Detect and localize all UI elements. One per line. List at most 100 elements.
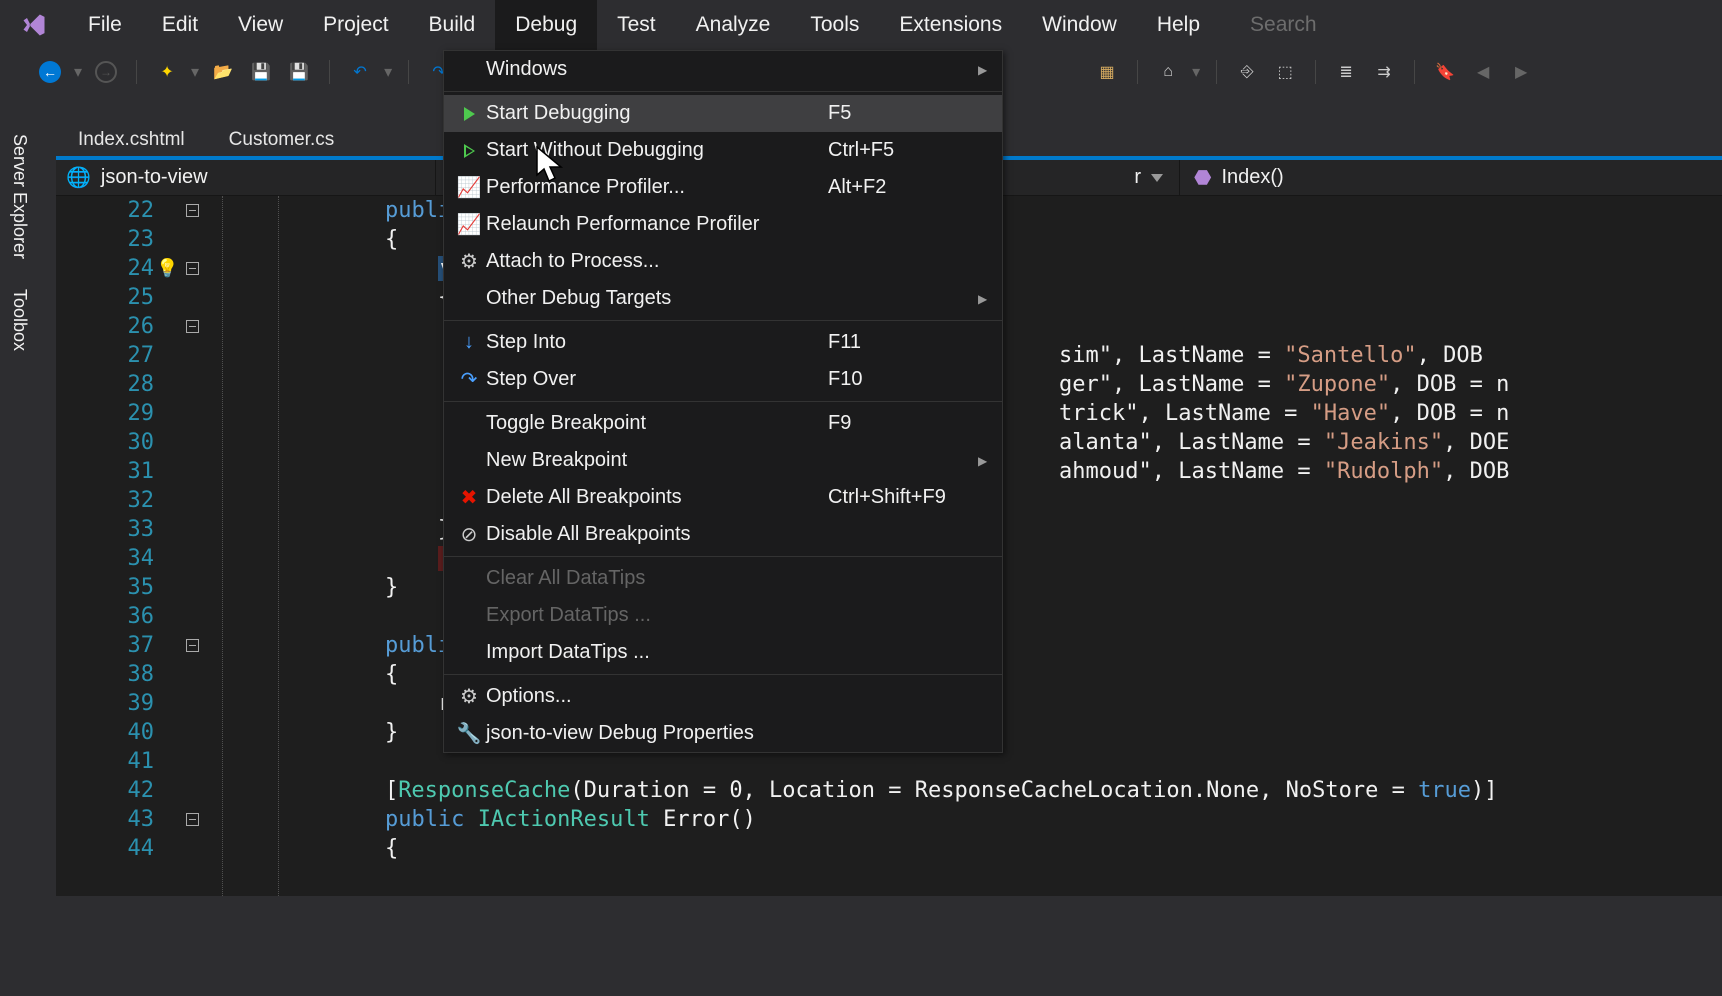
search-input[interactable]: Search	[1250, 13, 1317, 37]
line-number: 23	[56, 225, 166, 254]
menu-item-relaunch-performance-profiler[interactable]: 📈Relaunch Performance Profiler	[444, 206, 1002, 243]
line-number: 30	[56, 428, 166, 457]
code-line-tail[interactable]: ger", LastName = "Zupone", DOB = n	[1059, 370, 1509, 399]
debug-menu-dropdown: Windows▶Start DebuggingF5Start Without D…	[443, 50, 1003, 753]
document-tab[interactable]: Customer.cs	[207, 122, 357, 156]
fold-toggle-icon[interactable]	[186, 262, 199, 275]
fold-toggle-icon[interactable]	[186, 813, 199, 826]
menu-item-toggle-breakpoint[interactable]: Toggle BreakpointF9	[444, 405, 1002, 442]
delete-bp-icon: ✖	[452, 485, 486, 510]
menu-item-performance-profiler[interactable]: 📈Performance Profiler...Alt+F2	[444, 169, 1002, 206]
toolbar-button[interactable]: ▶	[1507, 58, 1535, 86]
toolbar-button[interactable]: ≣	[1332, 58, 1360, 86]
menu-help[interactable]: Help	[1137, 0, 1220, 50]
menu-item-disable-all-breakpoints[interactable]: ⊘Disable All Breakpoints	[444, 516, 1002, 553]
gear-icon: ⚙	[452, 684, 486, 709]
menu-debug[interactable]: Debug	[495, 0, 597, 50]
toolbar-separator	[1414, 60, 1415, 84]
menu-project[interactable]: Project	[303, 0, 408, 50]
menu-item-step-into[interactable]: ↓Step IntoF11	[444, 324, 1002, 361]
code-line[interactable]: [ResponseCache(Duration = 0, Location = …	[226, 776, 1722, 805]
new-item-button[interactable]: ✦	[153, 58, 181, 86]
menu-item-options[interactable]: ⚙Options...	[444, 678, 1002, 715]
menu-item-start-debugging[interactable]: Start DebuggingF5	[444, 95, 1002, 132]
nav-forward-button[interactable]: →	[92, 58, 120, 86]
menu-item-label: Export DataTips ...	[486, 604, 828, 627]
menu-item-new-breakpoint[interactable]: New Breakpoint▶	[444, 442, 1002, 479]
menu-item-start-without-debugging[interactable]: Start Without DebuggingCtrl+F5	[444, 132, 1002, 169]
undo-button[interactable]: ↶	[346, 58, 374, 86]
menu-item-attach-to-process[interactable]: ⚙Attach to Process...	[444, 243, 1002, 280]
menu-item-import-datatips[interactable]: Import DataTips ...	[444, 634, 1002, 671]
menu-item-label: Start Without Debugging	[486, 139, 828, 162]
line-number: 29	[56, 399, 166, 428]
document-tab[interactable]: Index.cshtml	[56, 122, 207, 156]
menu-analyze[interactable]: Analyze	[676, 0, 791, 50]
code-line-tail[interactable]: alanta", LastName = "Jeakins", DOE	[1059, 428, 1509, 457]
line-number: 24	[56, 254, 166, 283]
left-side-tabs: Server Explorer Toolbox	[0, 120, 38, 367]
menu-item-shortcut: Ctrl+F5	[828, 139, 978, 162]
line-number: 27	[56, 341, 166, 370]
nav-method-label: Index()	[1221, 166, 1283, 189]
open-button[interactable]: 📂	[209, 58, 237, 86]
cube-icon: ⬣	[1194, 165, 1211, 190]
menu-item-label: Performance Profiler...	[486, 176, 828, 199]
menu-bar: FileEditViewProjectBuildDebugTestAnalyze…	[0, 0, 1722, 50]
menu-item-other-debug-targets[interactable]: Other Debug Targets▶	[444, 280, 1002, 317]
toolbar-button[interactable]: ⇉	[1370, 58, 1398, 86]
menu-item-delete-all-breakpoints[interactable]: ✖Delete All BreakpointsCtrl+Shift+F9	[444, 479, 1002, 516]
menu-separator	[444, 674, 1002, 675]
menu-edit[interactable]: Edit	[142, 0, 218, 50]
side-tab-server-explorer[interactable]: Server Explorer	[0, 120, 38, 273]
line-number: 42	[56, 776, 166, 805]
menu-item-windows[interactable]: Windows▶	[444, 51, 1002, 88]
line-number: 40	[56, 718, 166, 747]
code-line-tail[interactable]: trick", LastName = "Have", DOB = n	[1059, 399, 1509, 428]
line-number: 26	[56, 312, 166, 341]
menu-item-step-over[interactable]: ↷Step OverF10	[444, 361, 1002, 398]
menu-view[interactable]: View	[218, 0, 303, 50]
submenu-arrow-icon: ▶	[978, 292, 1002, 306]
wrench-icon: 🔧	[452, 721, 486, 746]
side-tab-toolbox[interactable]: Toolbox	[0, 275, 38, 365]
menu-item-label: Attach to Process...	[486, 250, 828, 273]
fold-toggle-icon[interactable]	[186, 639, 199, 652]
fold-toggle-icon[interactable]	[186, 204, 199, 217]
menu-window[interactable]: Window	[1022, 0, 1137, 50]
toolbar-separator	[329, 60, 330, 84]
nav-project-dropdown[interactable]: 🌐 json-to-view	[56, 160, 436, 195]
bookmark-button[interactable]: 🔖	[1431, 58, 1459, 86]
fold-toggle-icon[interactable]	[186, 320, 199, 333]
code-line-tail[interactable]: sim", LastName = "Santello", DOB	[1059, 341, 1496, 370]
menu-extensions[interactable]: Extensions	[879, 0, 1022, 50]
menu-file[interactable]: File	[68, 0, 142, 50]
toolbar-button[interactable]: ⎆	[1233, 58, 1261, 86]
lightbulb-icon[interactable]: 💡	[156, 258, 178, 279]
save-all-button[interactable]: 💾	[285, 58, 313, 86]
menu-item-shortcut: F10	[828, 368, 978, 391]
menu-item-shortcut: Alt+F2	[828, 176, 978, 199]
code-line[interactable]: {	[226, 834, 1722, 863]
submenu-arrow-icon: ▶	[978, 454, 1002, 468]
menu-tools[interactable]: Tools	[790, 0, 879, 50]
code-line[interactable]: public IActionResult Error()	[226, 805, 1722, 834]
menu-build[interactable]: Build	[409, 0, 496, 50]
toolbar-button[interactable]: ▦	[1093, 58, 1121, 86]
perf-icon: 📈	[452, 175, 486, 200]
code-line-tail[interactable]: ahmoud", LastName = "Rudolph", DOB	[1059, 457, 1509, 486]
save-button[interactable]: 💾	[247, 58, 275, 86]
menu-item-json-to-view-debug-properties[interactable]: 🔧json-to-view Debug Properties	[444, 715, 1002, 752]
menu-item-label: Windows	[486, 58, 828, 81]
menu-test[interactable]: Test	[597, 0, 676, 50]
line-number: 44	[56, 834, 166, 863]
nav-back-button[interactable]: ←	[36, 58, 64, 86]
toolbar-button[interactable]: ⌂	[1154, 58, 1182, 86]
menu-item-label: json-to-view Debug Properties	[486, 722, 828, 745]
nav-class-label: r	[1134, 166, 1141, 189]
line-number: 38	[56, 660, 166, 689]
nav-method-dropdown[interactable]: ⬣ Index()	[1184, 160, 1722, 195]
toolbar-button[interactable]: ◀	[1469, 58, 1497, 86]
menu-item-label: Start Debugging	[486, 102, 828, 125]
toolbar-button[interactable]: ⬚	[1271, 58, 1299, 86]
